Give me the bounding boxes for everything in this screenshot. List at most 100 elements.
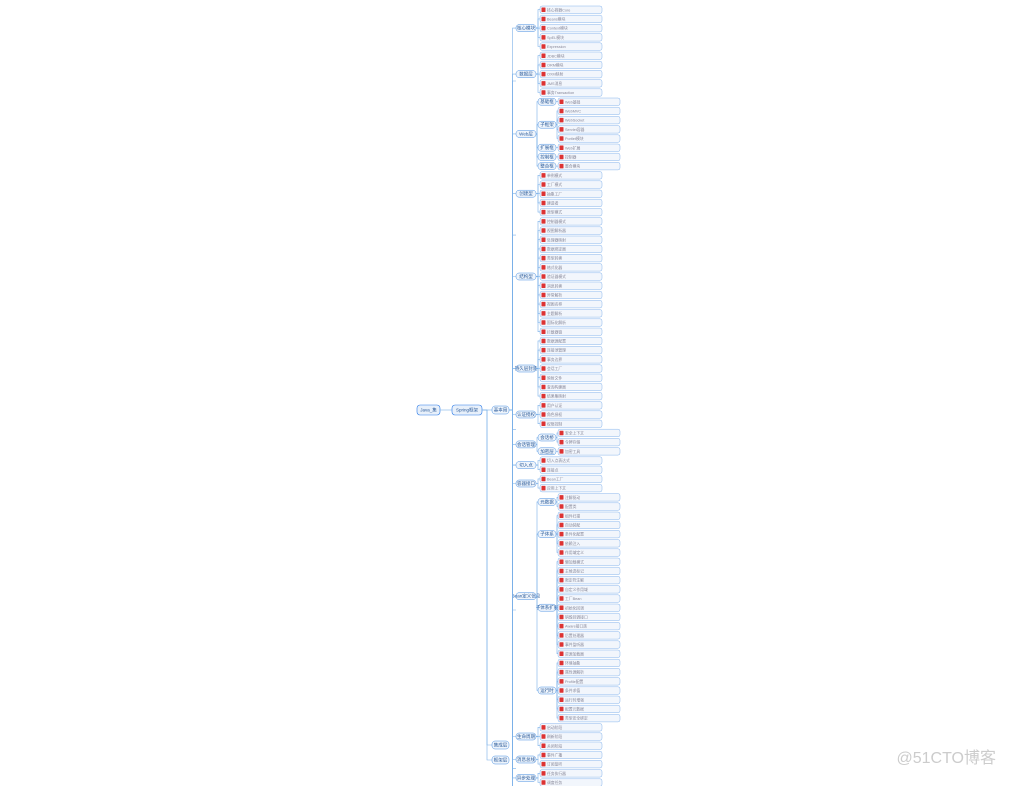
svg-text:资源加载器: 资源加载器 bbox=[565, 651, 584, 656]
svg-text:认证授权: 认证授权 bbox=[517, 411, 535, 418]
svg-text:查询构建器: 查询构建器 bbox=[547, 384, 566, 389]
svg-text:组件扫描: 组件扫描 bbox=[565, 513, 580, 518]
svg-text:格式化器: 格式化器 bbox=[547, 265, 562, 270]
svg-text:运行时: 运行时 bbox=[540, 687, 554, 694]
svg-text:ORM模块: ORM模块 bbox=[547, 62, 564, 67]
svg-text:整合模块: 整合模块 bbox=[565, 164, 580, 169]
svg-text:环境抽象: 环境抽象 bbox=[565, 660, 580, 665]
svg-text:处理器映射: 处理器映射 bbox=[547, 237, 566, 242]
svg-text:元数据: 元数据 bbox=[540, 498, 554, 505]
svg-text:验证器模式: 验证器模式 bbox=[547, 274, 566, 279]
svg-text:控制框: 控制框 bbox=[540, 153, 554, 160]
svg-text:子体系扩展: 子体系扩展 bbox=[536, 604, 559, 611]
svg-text:事务边界: 事务边界 bbox=[547, 357, 562, 362]
svg-text:视图名称: 视图名称 bbox=[547, 302, 562, 307]
svg-text:权限控制: 权限控制 bbox=[547, 421, 562, 426]
svg-text:核心容器Core: 核心容器Core bbox=[547, 7, 570, 12]
svg-text:加密层: 加密层 bbox=[540, 448, 554, 455]
svg-text:Java_集: Java_集 bbox=[420, 407, 437, 414]
svg-text:Profile配置: Profile配置 bbox=[565, 679, 584, 684]
svg-text:国际化解析: 国际化解析 bbox=[547, 320, 566, 325]
svg-text:懒加载模式: 懒加载模式 bbox=[565, 559, 584, 564]
svg-text:工厂Bean: 工厂Bean bbox=[565, 597, 581, 601]
svg-text:拦截器链: 拦截器链 bbox=[547, 329, 562, 334]
svg-text:结果集映射: 结果集映射 bbox=[547, 394, 566, 399]
svg-text:WebMVC: WebMVC bbox=[565, 109, 581, 113]
svg-text:集成层: 集成层 bbox=[494, 742, 508, 749]
svg-text:子体系: 子体系 bbox=[540, 531, 554, 538]
svg-text:关闭阶段: 关闭阶段 bbox=[547, 743, 562, 748]
svg-text:连接池管理: 连接池管理 bbox=[547, 348, 566, 353]
svg-text:任务执行器: 任务执行器 bbox=[547, 771, 566, 776]
svg-text:整合框: 整合框 bbox=[540, 163, 554, 170]
svg-text:核心模块: 核心模块 bbox=[517, 25, 535, 32]
svg-text:类型转换: 类型转换 bbox=[547, 256, 562, 261]
svg-text:Aware接口族: Aware接口族 bbox=[565, 624, 587, 629]
svg-text:扩展框: 扩展框 bbox=[540, 144, 554, 151]
svg-text:加密工具: 加密工具 bbox=[565, 449, 580, 454]
svg-text:类型安全绑定: 类型安全绑定 bbox=[565, 716, 588, 721]
svg-text:子框架: 子框架 bbox=[540, 121, 554, 128]
svg-text:控制器模式: 控制器模式 bbox=[547, 219, 566, 224]
svg-text:Expression: Expression bbox=[547, 45, 566, 49]
svg-text:Portlet模块: Portlet模块 bbox=[565, 136, 584, 141]
svg-text:会话桥: 会话桥 bbox=[540, 434, 554, 441]
svg-text:会话管理: 会话管理 bbox=[517, 441, 535, 448]
svg-text:令牌存储: 令牌存储 bbox=[565, 440, 580, 445]
svg-text:映射文件: 映射文件 bbox=[547, 375, 562, 380]
svg-text:切入点: 切入点 bbox=[519, 462, 533, 469]
svg-text:安全上下文: 安全上下文 bbox=[565, 430, 584, 435]
svg-text:自定义作用域: 自定义作用域 bbox=[565, 587, 588, 592]
svg-text:WebSocket: WebSocket bbox=[565, 119, 585, 123]
svg-text:单例模式: 单例模式 bbox=[547, 173, 562, 178]
svg-text:Web基础: Web基础 bbox=[565, 99, 581, 104]
svg-text:基本用: 基本用 bbox=[494, 407, 508, 414]
svg-text:销毁回调接口: 销毁回调接口 bbox=[565, 614, 588, 619]
svg-text:抽象工厂: 抽象工厂 bbox=[547, 191, 562, 196]
svg-text:主候选标记: 主候选标记 bbox=[565, 568, 584, 573]
svg-text:Bean工厂: Bean工厂 bbox=[547, 477, 564, 481]
svg-text:属性源解析: 属性源解析 bbox=[565, 670, 584, 675]
svg-text:创建型: 创建型 bbox=[519, 190, 533, 197]
svg-text:事件广播: 事件广播 bbox=[547, 752, 562, 757]
svg-text:建造者: 建造者 bbox=[547, 200, 559, 205]
svg-text:视图解析器: 视图解析器 bbox=[547, 228, 566, 233]
svg-text:作用域定义: 作用域定义 bbox=[565, 550, 584, 555]
svg-text:控制器: 控制器 bbox=[565, 154, 577, 159]
svg-text:数据绑定器: 数据绑定器 bbox=[547, 246, 566, 251]
svg-text:启动阶段: 启动阶段 bbox=[547, 725, 562, 730]
svg-text:JDBC模块: JDBC模块 bbox=[547, 53, 565, 58]
svg-text:条件求值: 条件求值 bbox=[565, 688, 580, 693]
svg-text:自动装配: 自动装配 bbox=[565, 522, 580, 527]
svg-text:订阅监听: 订阅监听 bbox=[547, 762, 562, 767]
mindmap-canvas: Java_集Spring框架基本用集成层框架层核心容器CoreBeans模块Co… bbox=[0, 0, 1024, 786]
svg-text:数据层: 数据层 bbox=[519, 71, 533, 78]
svg-text:调度任务: 调度任务 bbox=[547, 780, 562, 785]
svg-text:限定符注解: 限定符注解 bbox=[565, 578, 584, 583]
svg-text:用户认证: 用户认证 bbox=[547, 403, 562, 408]
svg-text:OXM映射: OXM映射 bbox=[547, 72, 563, 77]
svg-text:后置处理器: 后置处理器 bbox=[565, 633, 584, 638]
svg-text:条件化配置: 条件化配置 bbox=[565, 532, 584, 537]
svg-text:配置元数据: 配置元数据 bbox=[565, 706, 584, 711]
svg-text:依赖注入: 依赖注入 bbox=[565, 541, 580, 546]
svg-text:工厂模式: 工厂模式 bbox=[547, 182, 562, 187]
svg-text:切入点表达式: 切入点表达式 bbox=[547, 458, 570, 463]
svg-text:配置类: 配置类 bbox=[565, 504, 577, 509]
svg-text:应用上下文: 应用上下文 bbox=[547, 486, 566, 491]
svg-text:基础框: 基础框 bbox=[540, 98, 554, 105]
svg-text:运行时增强: 运行时增强 bbox=[565, 697, 584, 702]
svg-text:事务Transaction: 事务Transaction bbox=[547, 90, 574, 95]
svg-text:会话工厂: 会话工厂 bbox=[547, 366, 562, 371]
svg-text:事件监听器: 事件监听器 bbox=[565, 642, 584, 647]
svg-text:Web扩展: Web扩展 bbox=[565, 145, 581, 150]
svg-text:生命周期: 生命周期 bbox=[517, 733, 535, 740]
svg-text:容器接口: 容器接口 bbox=[517, 480, 535, 487]
svg-text:连接点: 连接点 bbox=[547, 467, 559, 472]
svg-text:框架层: 框架层 bbox=[494, 757, 508, 764]
svg-text:消息总线: 消息总线 bbox=[517, 756, 535, 763]
svg-text:Context模块: Context模块 bbox=[547, 26, 568, 31]
svg-text:数据源配置: 数据源配置 bbox=[547, 338, 566, 343]
svg-text:Spring框架: Spring框架 bbox=[456, 407, 479, 414]
svg-text:异常解析: 异常解析 bbox=[547, 292, 562, 297]
